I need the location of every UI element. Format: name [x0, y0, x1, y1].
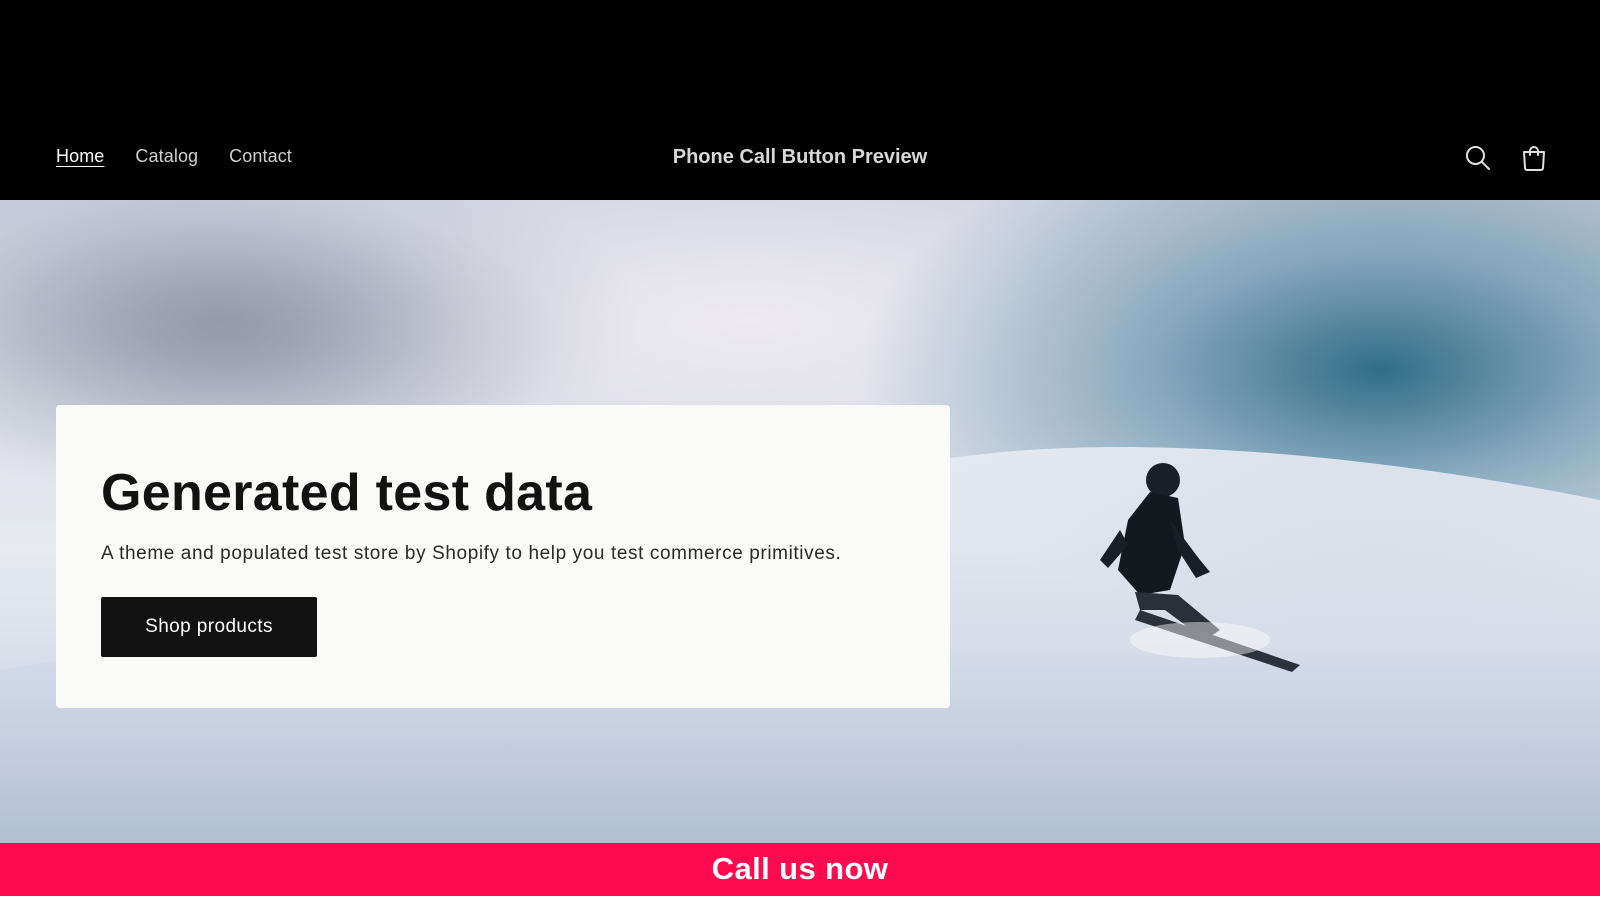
- hero-content-card: Generated test data A theme and populate…: [56, 405, 950, 708]
- page: Home Catalog Contact Phone Call Button P…: [0, 0, 1600, 900]
- bottom-strip: [0, 896, 1600, 900]
- call-bar-label: Call us now: [711, 850, 889, 886]
- search-icon[interactable]: [1464, 144, 1492, 172]
- hero-title: Generated test data: [101, 464, 593, 522]
- shop-products-button[interactable]: Shop products: [101, 597, 317, 657]
- site-header: Home Catalog Contact Phone Call Button P…: [0, 0, 1600, 200]
- hero-subtitle: A theme and populated test store by Shop…: [101, 543, 842, 564]
- call-us-now-button[interactable]: Call us now: [0, 843, 1600, 900]
- store-title[interactable]: Phone Call Button Preview: [0, 146, 1600, 169]
- cart-icon[interactable]: [1520, 144, 1548, 172]
- header-icons: [1464, 144, 1548, 172]
